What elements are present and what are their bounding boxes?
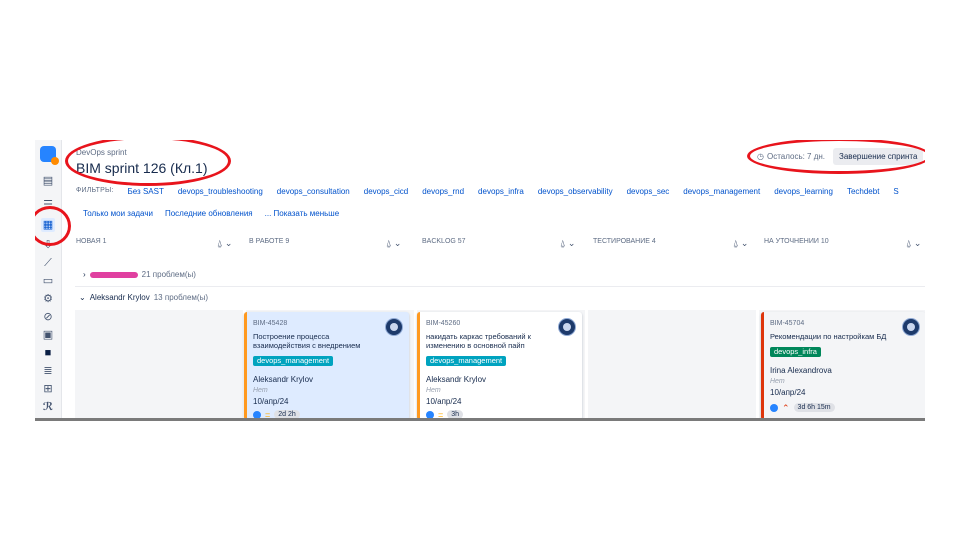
pages-icon[interactable]: ▣ bbox=[41, 328, 55, 342]
column-header-in-progress: В работе 9 ⍙ ⌄ bbox=[249, 238, 409, 250]
chevron-down-icon: ⌄ bbox=[79, 293, 86, 302]
page-title: BIM sprint 126 (Кл.1) bbox=[76, 160, 208, 176]
column-new-area bbox=[75, 310, 243, 420]
sprint-remaining: ◷ Осталось: 7 дн. bbox=[757, 152, 825, 161]
backlog-icon[interactable]: ☰ bbox=[41, 198, 55, 212]
column-title: Новая 1 bbox=[76, 238, 107, 245]
column-menu-icon[interactable]: ⍙ ⌄ bbox=[560, 238, 575, 249]
jira-board-screenshot: ▤ ☰ ▦ ⇩ ⟋ ▭ ⚙ ⊘ ▣ ■ ≣ ⊞ ℛ DevOps sprint … bbox=[35, 140, 925, 420]
code-icon[interactable]: ⇩ bbox=[41, 238, 55, 252]
left-nav: ▤ ☰ ▦ ⇩ ⟋ ▭ ⚙ ⊘ ▣ ■ ≣ ⊞ ℛ bbox=[35, 140, 62, 420]
column-testing-area bbox=[588, 310, 756, 420]
clock-icon: ◷ bbox=[757, 152, 764, 161]
show-less-link[interactable]: ... Показать меньше bbox=[265, 209, 340, 218]
issues-icon[interactable]: ⊘ bbox=[41, 310, 55, 324]
field-empty-value: Нет bbox=[770, 378, 785, 385]
swimlane-name: Aleksandr Krylov bbox=[89, 293, 150, 302]
avatar bbox=[558, 318, 576, 336]
column-title: Тестирование 4 bbox=[593, 238, 656, 245]
components-icon[interactable]: ⚙ bbox=[41, 292, 55, 306]
filter-item[interactable]: devops_rnd bbox=[422, 187, 464, 199]
swimlane-count: 21 проблем(ы) bbox=[141, 270, 196, 279]
filter-item[interactable]: devops_cicd bbox=[364, 187, 408, 199]
epic-label: devops_management bbox=[426, 356, 507, 366]
swimlane-collapsed[interactable]: › 21 проблем(ы) bbox=[83, 270, 196, 279]
filters-label: ФИЛЬТРЫ: bbox=[76, 187, 114, 194]
issue-summary: Построение процесса взаимодействия с вне… bbox=[253, 332, 361, 350]
time-estimate: 3d 6h 15m bbox=[793, 403, 835, 412]
issue-card[interactable]: BIM-45260 накидать каркас требований к и… bbox=[417, 312, 582, 420]
column-header-clarification: На уточнении 10 ⍙ ⌄ bbox=[764, 238, 924, 250]
column-menu-icon[interactable]: ⍙ ⌄ bbox=[906, 238, 921, 249]
column-title: На уточнении 10 bbox=[764, 238, 829, 245]
filter-item[interactable]: devops_management bbox=[683, 187, 760, 199]
filter-item[interactable]: devops_learning bbox=[774, 187, 833, 199]
swimlane-count: 13 проблем(ы) bbox=[153, 293, 209, 302]
priority-high-icon: ⌃ bbox=[782, 402, 790, 413]
field-empty-value: Нет bbox=[253, 387, 268, 394]
breadcrumb[interactable]: DevOps sprint bbox=[76, 148, 127, 157]
filter-item[interactable]: devops_infra bbox=[478, 187, 524, 199]
column-title: Backlog 57 bbox=[422, 238, 466, 245]
due-date: 10/апр/24 bbox=[426, 397, 462, 406]
swimlane-divider bbox=[75, 286, 925, 287]
issue-summary: накидать каркас требований к изменению в… bbox=[426, 332, 531, 350]
my-issues-filter[interactable]: Только мои задачи bbox=[83, 209, 153, 218]
column-menu-icon[interactable]: ⍙ ⌄ bbox=[386, 238, 401, 249]
issue-key[interactable]: BIM-45428 bbox=[253, 320, 287, 327]
grid-icon[interactable]: ⊞ bbox=[41, 382, 55, 396]
filter-item[interactable]: Без SAST bbox=[128, 187, 164, 199]
issue-card[interactable]: BIM-45428 Построение процесса взаимодейс… bbox=[244, 312, 409, 420]
due-date: 10/апр/24 bbox=[770, 388, 806, 397]
card-footer: ⌃ 3d 6h 15m bbox=[770, 403, 835, 412]
issue-type-icon bbox=[770, 403, 778, 412]
column-header-backlog: Backlog 57 ⍙ ⌄ bbox=[422, 238, 582, 250]
issue-key[interactable]: BIM-45260 bbox=[426, 320, 460, 327]
board-icon[interactable]: ▦ bbox=[41, 218, 55, 232]
assignee-name: Aleksandr Krylov bbox=[253, 375, 314, 384]
remaining-text: Осталось: 7 дн. bbox=[766, 152, 826, 161]
assignee-name: Aleksandr Krylov bbox=[426, 375, 487, 384]
column-title: В работе 9 bbox=[249, 238, 290, 245]
releases-icon[interactable]: ▭ bbox=[41, 274, 55, 288]
filter-item[interactable]: Techdebt bbox=[847, 187, 879, 199]
list-icon[interactable]: ≣ bbox=[41, 364, 55, 378]
filter-item[interactable]: devops_consultation bbox=[277, 187, 350, 199]
filter-item[interactable]: devops_troubleshooting bbox=[178, 187, 263, 199]
column-menu-icon[interactable]: ⍙ ⌄ bbox=[217, 238, 232, 249]
assignee-name: Irina Alexandrova bbox=[770, 366, 832, 375]
column-menu-icon[interactable]: ⍙ ⌄ bbox=[733, 238, 748, 249]
due-date: 10/апр/24 bbox=[253, 397, 289, 406]
roadmap-icon[interactable]: ▤ bbox=[41, 174, 55, 188]
filter-item[interactable]: devops_observability bbox=[538, 187, 613, 199]
epic-label: devops_infra bbox=[770, 347, 821, 357]
issue-summary: Рекомендации по настройкам БД bbox=[770, 332, 887, 341]
reports-icon[interactable]: ⟋ bbox=[41, 256, 55, 270]
epic-label: devops_management bbox=[253, 356, 334, 366]
issue-key[interactable]: BIM-45704 bbox=[770, 320, 804, 327]
column-header-new: Новая 1 ⍙ ⌄ bbox=[76, 238, 236, 250]
swimlane-expanded[interactable]: ⌄ Aleksandr Krylov 13 проблем(ы) bbox=[79, 293, 208, 302]
issue-card[interactable]: BIM-45704 Рекомендации по настройкам БД … bbox=[761, 312, 925, 420]
filter-bar: ФИЛЬТРЫ: Без SAST devops_troubleshooting… bbox=[76, 187, 899, 199]
recent-updates-filter[interactable]: Последние обновления bbox=[165, 209, 253, 218]
avatar bbox=[385, 318, 403, 336]
app-icon[interactable]: ■ bbox=[41, 346, 55, 360]
avatar bbox=[902, 318, 920, 336]
app-logo[interactable] bbox=[40, 146, 59, 165]
chevron-right-icon: › bbox=[83, 270, 86, 279]
column-header-testing: Тестирование 4 ⍙ ⌄ bbox=[593, 238, 753, 250]
filter-item[interactable]: devops_sec bbox=[627, 187, 670, 199]
redacted-name bbox=[89, 271, 138, 278]
filter-item[interactable]: S bbox=[893, 187, 898, 199]
field-empty-value: Нет bbox=[426, 387, 441, 394]
finish-sprint-button[interactable]: Завершение спринта bbox=[833, 148, 924, 165]
quick-filters: Только мои задачи Последние обновления .… bbox=[83, 209, 339, 218]
people-icon[interactable]: ℛ bbox=[41, 400, 55, 414]
window-scrollbar bbox=[35, 418, 925, 421]
